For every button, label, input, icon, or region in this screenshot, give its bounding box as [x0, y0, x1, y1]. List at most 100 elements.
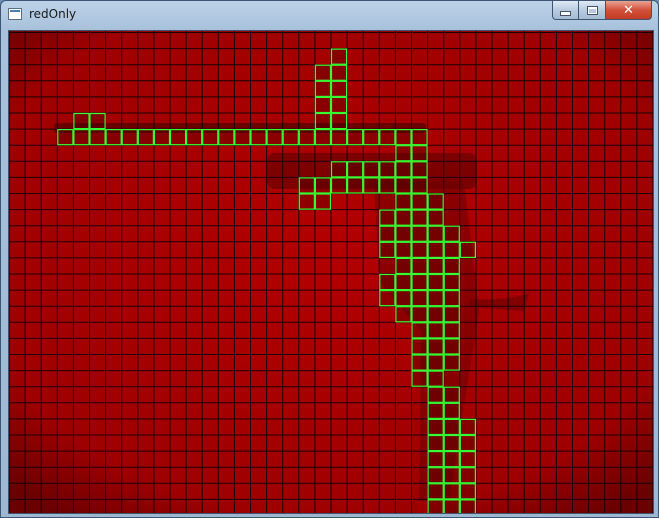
highlighted-cell-fill	[332, 114, 347, 129]
highlighted-cell-fill	[412, 371, 427, 386]
highlighted-cell-fill	[428, 452, 443, 467]
app-icon	[8, 8, 22, 20]
highlighted-cell-fill	[364, 130, 379, 145]
close-icon: ✕	[623, 2, 634, 18]
highlighted-cell-fill	[444, 258, 459, 273]
highlighted-cell-fill	[428, 355, 443, 370]
highlighted-cell-fill	[444, 291, 459, 306]
highlighted-cell-fill	[412, 130, 427, 145]
highlighted-cell-fill	[460, 436, 475, 451]
highlighted-cell-fill	[460, 242, 475, 257]
highlighted-cell-fill	[332, 65, 347, 80]
highlighted-cell-fill	[428, 307, 443, 322]
highlighted-cell-fill	[396, 178, 411, 193]
highlighted-cell-fill	[283, 130, 298, 145]
highlighted-cell-fill	[380, 275, 395, 290]
highlighted-cell-fill	[444, 307, 459, 322]
close-button[interactable]: ✕	[606, 1, 652, 20]
highlighted-cell-fill	[412, 162, 427, 177]
highlighted-cell-fill	[412, 210, 427, 225]
window-title: redOnly	[29, 7, 77, 21]
highlighted-cell-fill	[396, 194, 411, 209]
highlighted-cell-fill	[364, 178, 379, 193]
highlighted-cell-fill	[138, 130, 153, 145]
highlighted-cell-fill	[348, 130, 363, 145]
highlighted-cell-fill	[428, 210, 443, 225]
highlighted-cell-fill	[380, 162, 395, 177]
highlighted-cell-fill	[428, 484, 443, 499]
highlighted-cell-fill	[380, 291, 395, 306]
highlighted-cell-fill	[90, 114, 105, 129]
highlighted-cell-fill	[396, 210, 411, 225]
highlighted-cell-fill	[90, 130, 105, 145]
highlighted-cell-fill	[444, 387, 459, 402]
highlighted-cell-fill	[315, 194, 330, 209]
highlighted-cell-fill	[380, 226, 395, 241]
red-channel-image	[9, 31, 653, 513]
highlighted-cell-fill	[412, 146, 427, 161]
highlighted-cell-fill	[460, 500, 475, 513]
image-viewport	[8, 30, 654, 514]
highlighted-cell-fill	[428, 371, 443, 386]
minimize-icon	[560, 10, 571, 16]
highlighted-cell-fill	[315, 130, 330, 145]
window-controls: ✕	[552, 1, 652, 21]
highlighted-cell-fill	[428, 194, 443, 209]
highlighted-cell-fill	[428, 242, 443, 257]
highlighted-cell-fill	[235, 130, 250, 145]
highlighted-cell-fill	[380, 178, 395, 193]
highlighted-cell-fill	[428, 500, 443, 513]
highlighted-cell-fill	[444, 468, 459, 483]
highlighted-cell-fill	[364, 162, 379, 177]
highlighted-cell-fill	[58, 130, 73, 145]
highlighted-cell-fill	[332, 178, 347, 193]
highlighted-cell-fill	[396, 226, 411, 241]
highlighted-cell-fill	[332, 81, 347, 96]
highlighted-cell-fill	[396, 130, 411, 145]
highlighted-cell-fill	[396, 162, 411, 177]
highlighted-cell-fill	[106, 130, 121, 145]
highlighted-cell-fill	[444, 275, 459, 290]
highlighted-cell-fill	[460, 452, 475, 467]
highlighted-cell-fill	[428, 339, 443, 354]
highlighted-cell-fill	[332, 49, 347, 64]
highlighted-cell-fill	[444, 403, 459, 418]
highlighted-cell-fill	[380, 210, 395, 225]
highlighted-cell-fill	[315, 114, 330, 129]
highlighted-cell-fill	[428, 468, 443, 483]
highlighted-cell-fill	[412, 355, 427, 370]
highlighted-cell-fill	[460, 484, 475, 499]
highlighted-cell-fill	[444, 355, 459, 370]
highlighted-cell-fill	[251, 130, 266, 145]
minimize-button[interactable]	[552, 1, 579, 20]
highlighted-cell-fill	[428, 226, 443, 241]
highlighted-cell-fill	[412, 178, 427, 193]
highlighted-cell-fill	[122, 130, 137, 145]
highlighted-cell-fill	[396, 258, 411, 273]
highlighted-cell-fill	[412, 275, 427, 290]
highlighted-cell-fill	[332, 130, 347, 145]
highlighted-cell-fill	[412, 339, 427, 354]
highlighted-cell-fill	[444, 242, 459, 257]
highlighted-cell-fill	[444, 339, 459, 354]
highlighted-cell-fill	[444, 436, 459, 451]
title-bar[interactable]: redOnly ✕	[1, 1, 658, 29]
highlighted-cell-fill	[412, 226, 427, 241]
maximize-icon	[586, 5, 598, 15]
highlighted-cell-fill	[428, 275, 443, 290]
highlighted-cell-fill	[428, 323, 443, 338]
maximize-button[interactable]	[579, 1, 606, 20]
highlighted-cell-fill	[315, 97, 330, 112]
highlighted-cell-fill	[444, 419, 459, 434]
highlighted-cell-fill	[396, 242, 411, 257]
highlighted-cell-fill	[315, 65, 330, 80]
highlighted-cell-fill	[315, 178, 330, 193]
highlighted-cell-fill	[396, 307, 411, 322]
highlighted-cell-fill	[154, 130, 169, 145]
highlighted-cell-fill	[412, 242, 427, 257]
highlighted-cell-fill	[428, 387, 443, 402]
highlighted-cell-fill	[412, 258, 427, 273]
highlighted-cell-fill	[299, 130, 314, 145]
highlighted-cell-fill	[460, 419, 475, 434]
highlighted-cell-fill	[412, 307, 427, 322]
